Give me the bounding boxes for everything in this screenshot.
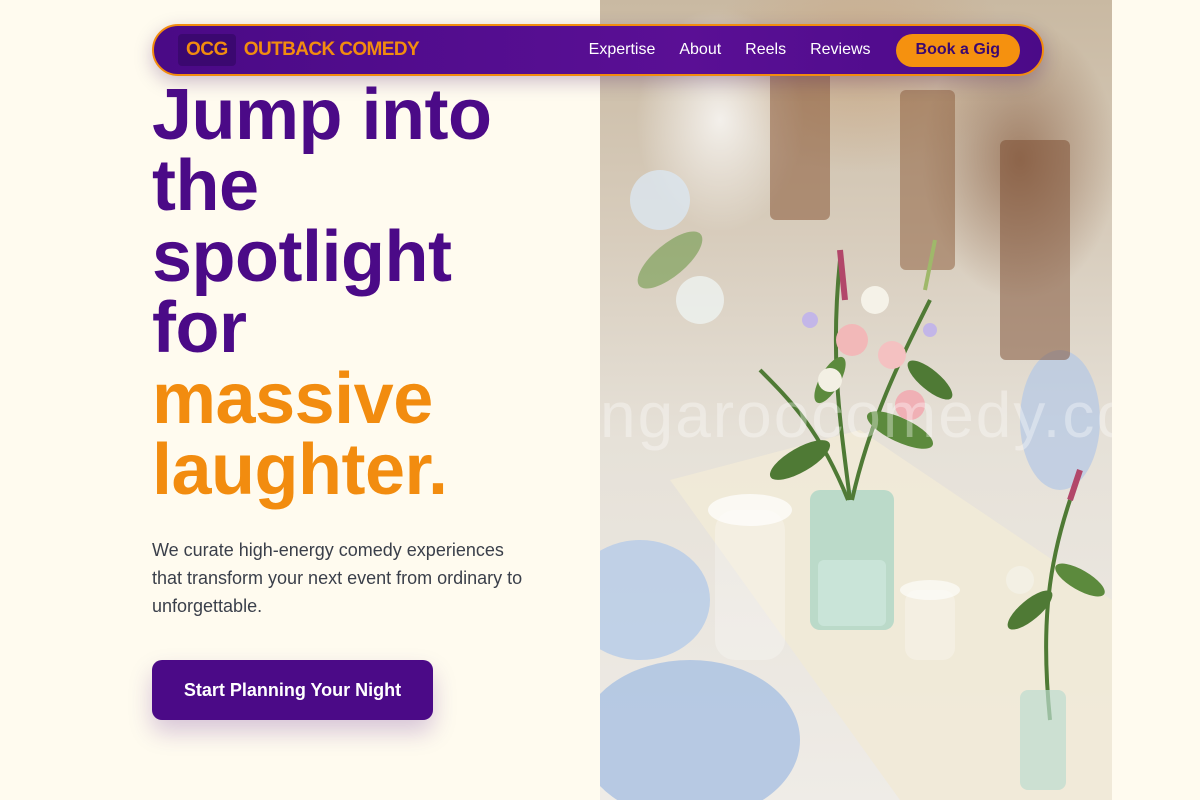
nav-link-reviews[interactable]: Reviews [810, 41, 870, 59]
hero-image: ngaroocomedy.co [600, 0, 1112, 800]
headline-line: spotlight [152, 217, 452, 297]
book-gig-button[interactable]: Book a Gig [895, 33, 1020, 67]
nav-link-reels[interactable]: Reels [745, 41, 786, 59]
navbar: OCG OUTBACK COMEDY Expertise About Reels… [152, 24, 1044, 76]
hero-headline: Jump into the spotlight for massive laug… [152, 75, 492, 510]
nav-link-about[interactable]: About [679, 41, 721, 59]
brand-name: OUTBACK COMEDY [243, 39, 420, 60]
page: ngaroocomedy.co OCG OUTBACK COMEDY Exper… [0, 0, 1200, 800]
headline-highlight: laughter. [152, 430, 448, 510]
hero-subtext: We curate high-energy comedy experiences… [152, 540, 523, 616]
image-watermark: ngaroocomedy.co [600, 379, 1112, 451]
headline-line: for [152, 288, 247, 368]
start-planning-button[interactable]: Start Planning Your Night [152, 660, 433, 720]
headline-line: the [152, 146, 259, 226]
nav-links: Expertise About Reels Reviews Book a Gig [589, 33, 1020, 67]
brand-badge: OCG [178, 34, 236, 66]
nav-link-expertise[interactable]: Expertise [589, 41, 656, 59]
headline-line: Jump into [152, 75, 492, 155]
headline-highlight: massive [152, 359, 433, 439]
brand-logo[interactable]: OCG OUTBACK COMEDY [178, 34, 420, 66]
